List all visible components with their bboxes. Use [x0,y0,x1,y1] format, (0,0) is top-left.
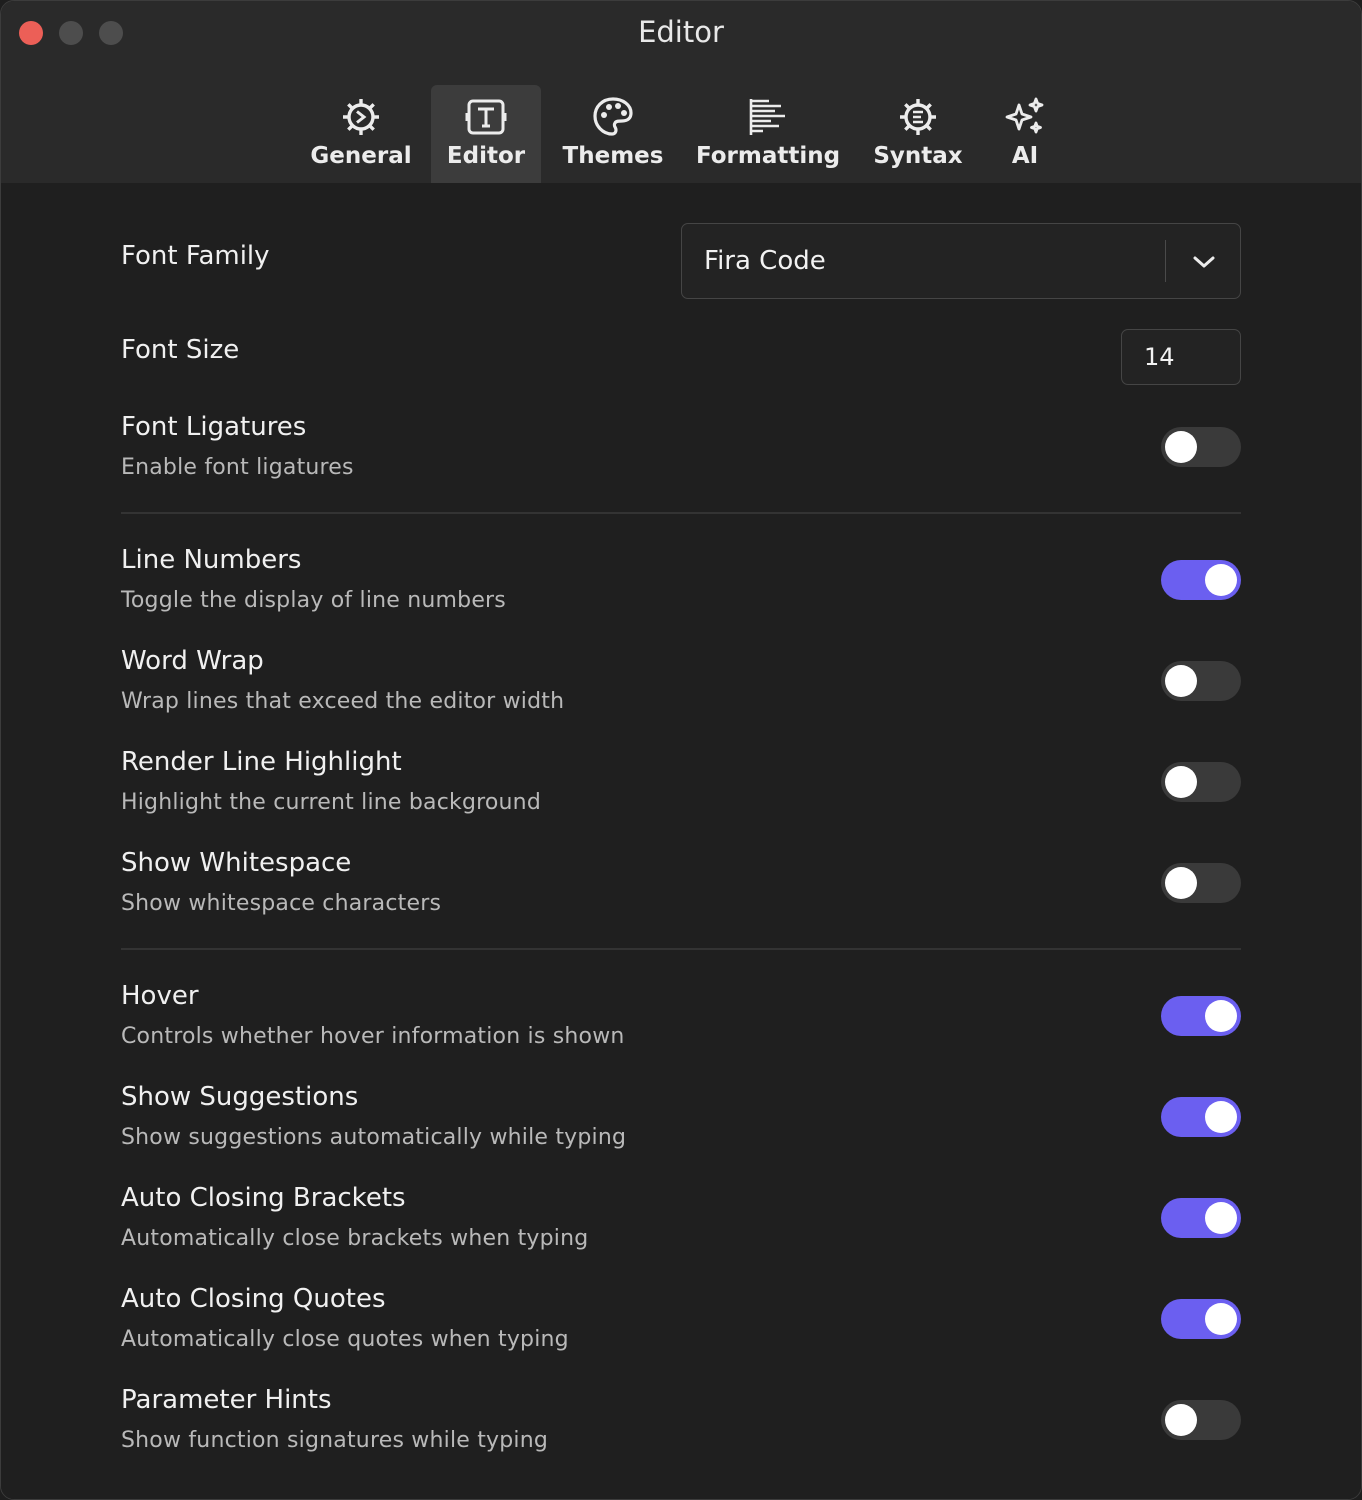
palette-icon [591,95,635,139]
hover-toggle[interactable] [1161,996,1241,1036]
font-size-input[interactable]: 14 [1121,329,1241,385]
setting-description: Show whitespace characters [121,891,442,916]
toggle-knob [1205,1202,1237,1234]
setting-title: Auto Closing Brackets [121,1183,406,1213]
setting-title: Font Size [121,335,240,365]
setting-description: Wrap lines that exceed the editor width [121,689,565,714]
font-family-select[interactable]: Fira Code [681,223,1241,299]
text-cursor-icon [464,95,508,139]
tab-general[interactable]: General [310,85,412,183]
show-suggestions-toggle[interactable] [1161,1097,1241,1137]
window-title: Editor [638,15,724,49]
parameter-hints-toggle[interactable] [1161,1400,1241,1440]
setting-title: Line Numbers [121,545,302,575]
font-size-row: Font Size [121,335,1241,375]
toggle-knob [1165,766,1197,798]
setting-description: Show suggestions automatically while typ… [121,1125,627,1150]
auto-closing-brackets-toggle[interactable] [1161,1198,1241,1238]
section-divider [121,512,1241,514]
setting-description: Toggle the display of line numbers [121,588,506,613]
setting-title: Auto Closing Quotes [121,1284,386,1314]
align-left-icon [746,95,790,139]
setting-title: Hover [121,981,199,1011]
toolbar: Editor General Editor Themes Formatting … [1,1,1361,183]
tab-label: Themes [562,143,664,169]
render-line-highlight-toggle[interactable] [1161,762,1241,802]
setting-row-line-numbers: Line Numbers Toggle the display of line … [121,545,1241,625]
setting-row-word-wrap: Word Wrap Wrap lines that exceed the edi… [121,646,1241,726]
code-gear-icon [896,95,940,139]
tab-ai[interactable]: AI [1001,85,1049,183]
toggle-knob [1165,665,1197,697]
setting-title: Show Suggestions [121,1082,359,1112]
setting-row-render-line-highlight: Render Line Highlight Highlight the curr… [121,747,1241,827]
setting-row-font-ligatures: Font Ligatures Enable font ligatures [121,412,1241,492]
setting-description: Show function signatures while typing [121,1428,549,1453]
setting-row-auto-closing-quotes: Auto Closing Quotes Automatically close … [121,1284,1241,1364]
setting-title: Parameter Hints [121,1385,332,1415]
tab-formatting[interactable]: Formatting [696,85,840,183]
toggle-knob [1165,431,1197,463]
section-divider [121,948,1241,950]
tab-themes[interactable]: Themes [562,85,664,183]
tab-label: Syntax [873,143,963,169]
setting-row-parameter-hints: Parameter Hints Show function signatures… [121,1385,1241,1465]
preferences-window: Editor General Editor Themes Formatting … [0,0,1362,1500]
setting-title: Render Line Highlight [121,747,402,777]
font-family-value: Fira Code [704,246,826,276]
toggle-knob [1205,1101,1237,1133]
font-ligatures-toggle[interactable] [1161,427,1241,467]
sparkles-icon [1003,95,1047,139]
setting-description: Enable font ligatures [121,455,354,480]
setting-description: Controls whether hover information is sh… [121,1024,625,1049]
setting-title: Font Family [121,241,270,271]
setting-description: Highlight the current line background [121,790,541,815]
font-size-value: 14 [1144,343,1175,371]
tab-syntax[interactable]: Syntax [873,85,963,183]
setting-row-show-suggestions: Show Suggestions Show suggestions automa… [121,1082,1241,1162]
toggle-knob [1165,867,1197,899]
gear-icon [339,95,383,139]
word-wrap-toggle[interactable] [1161,661,1241,701]
tab-label: General [310,143,412,169]
line-numbers-toggle[interactable] [1161,560,1241,600]
tab-label: AI [1011,143,1039,169]
tab-label: Formatting [695,143,841,169]
setting-title: Font Ligatures [121,412,307,442]
auto-closing-quotes-toggle[interactable] [1161,1299,1241,1339]
setting-row-auto-closing-brackets: Auto Closing Brackets Automatically clos… [121,1183,1241,1263]
toggle-knob [1205,1303,1237,1335]
toggle-knob [1205,1000,1237,1032]
setting-title: Word Wrap [121,646,264,676]
toggle-knob [1165,1404,1197,1436]
chevron-down-icon [1190,248,1218,276]
select-divider [1165,240,1166,282]
show-whitespace-toggle[interactable] [1161,863,1241,903]
tab-editor[interactable]: Editor [431,85,541,183]
setting-title: Show Whitespace [121,848,352,878]
tab-label: Editor [446,143,526,169]
setting-row-show-whitespace: Show Whitespace Show whitespace characte… [121,848,1241,928]
setting-description: Automatically close quotes when typing [121,1327,569,1352]
toggle-knob [1205,564,1237,596]
setting-row-hover: Hover Controls whether hover information… [121,981,1241,1061]
setting-description: Automatically close brackets when typing [121,1226,589,1251]
